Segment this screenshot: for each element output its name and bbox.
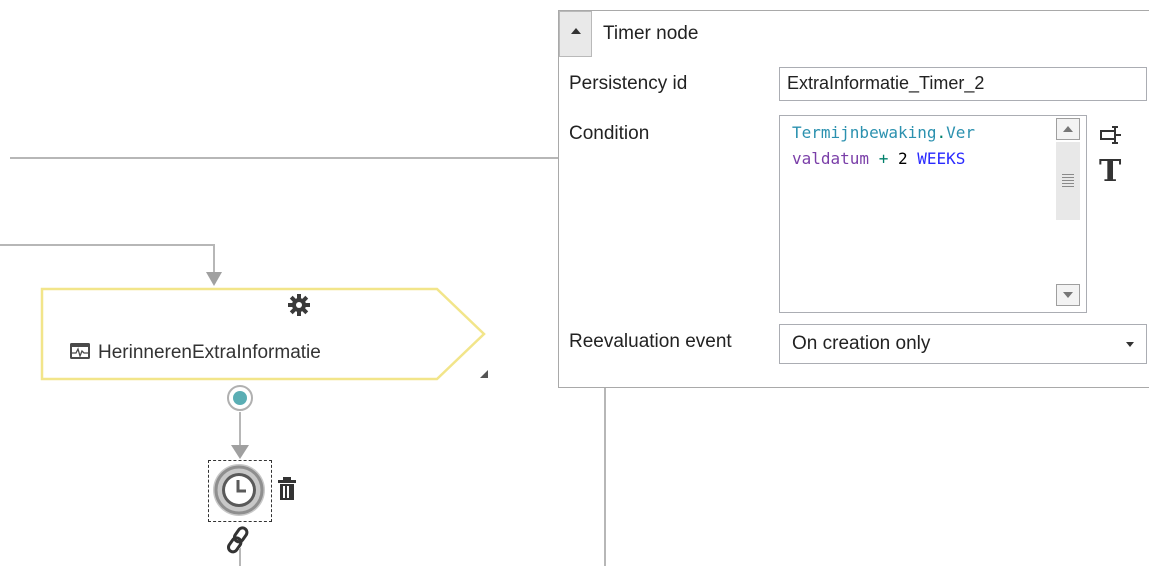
arrow-head-icon (206, 272, 222, 286)
scroll-down-button[interactable] (1056, 284, 1080, 306)
condition-code: Termijnbewaking.Ver valdatum + 2 WEEKS (792, 120, 1054, 172)
reevaluation-event-label: Reevaluation event (569, 331, 732, 352)
connector-line-top (10, 157, 560, 159)
condition-editor[interactable]: Termijnbewaking.Ver valdatum + 2 WEEKS (779, 115, 1087, 313)
chevron-down-icon (1126, 342, 1134, 347)
code-token: . (936, 123, 947, 142)
scroll-up-icon (1063, 126, 1073, 132)
panel-title: Timer node (603, 23, 699, 44)
scroll-up-button[interactable] (1056, 118, 1080, 140)
expression-editor-icon[interactable] (1099, 123, 1123, 147)
output-port[interactable] (225, 383, 255, 413)
connector-line-down (213, 244, 215, 274)
connector-line-port (239, 412, 241, 448)
properties-panel: Timer node Persistency id ExtraInformati… (558, 10, 1149, 388)
code-token: + (869, 149, 898, 168)
action-node-shape (40, 287, 486, 381)
code-token: valdatum (792, 149, 870, 168)
code-token: WEEKS (907, 149, 966, 168)
persistency-id-input[interactable]: ExtraInformatie_Timer_2 (779, 67, 1147, 101)
code-token: Ver (946, 123, 976, 142)
clock-icon[interactable] (211, 463, 267, 517)
gear-icon (288, 294, 310, 316)
reevaluation-event-value: On creation only (792, 333, 931, 354)
connector-line-bottom (239, 548, 241, 566)
code-token: 2 (897, 149, 908, 168)
text-format-icon[interactable]: T (1099, 155, 1121, 189)
window-activity-icon (70, 343, 90, 359)
action-node-label: HerinnerenExtraInformatie (98, 342, 321, 363)
condition-scrollbar[interactable] (1056, 118, 1084, 310)
scroll-down-icon (1063, 292, 1073, 298)
persistency-id-label: Persistency id (569, 73, 688, 94)
connector-line-upper (0, 244, 215, 246)
caret-up-icon (571, 28, 581, 34)
scroll-thumb[interactable] (1056, 142, 1080, 220)
action-node[interactable]: HerinnerenExtraInformatie (40, 287, 488, 383)
condition-label: Condition (569, 123, 650, 144)
panel-connector-line (604, 386, 606, 566)
collapse-button[interactable] (559, 11, 592, 57)
resize-grip-icon[interactable] (480, 370, 488, 378)
trash-icon[interactable] (276, 476, 298, 502)
code-token: Termijnbewaking (792, 123, 937, 142)
arrow-head-icon (231, 445, 249, 459)
reevaluation-event-select[interactable]: On creation only (779, 324, 1147, 364)
